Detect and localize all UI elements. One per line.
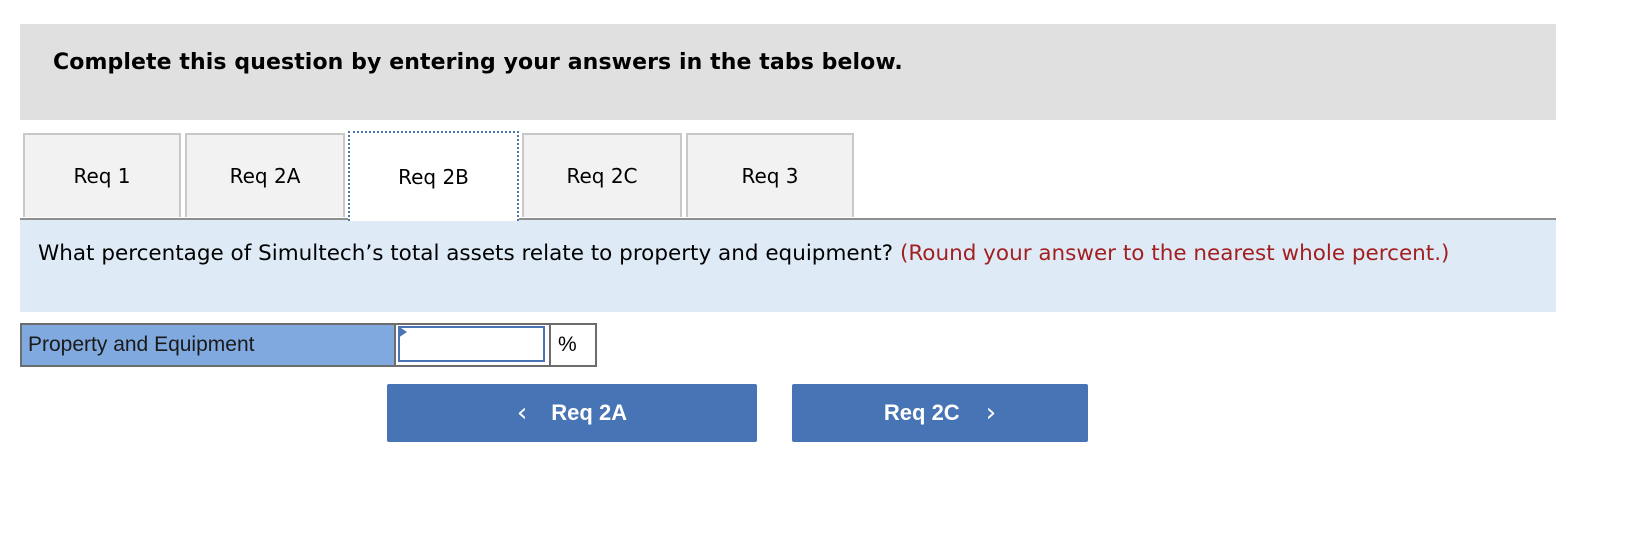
prev-req-label: Req 2A (551, 400, 628, 425)
answer-row: Property and Equipment % (20, 323, 597, 367)
question-panel: What percentage of Simultech’s total ass… (20, 220, 1556, 312)
input-flag-icon (398, 326, 407, 338)
instructions-banner: Complete this question by entering your … (20, 24, 1556, 120)
answer-label: Property and Equipment (22, 325, 396, 365)
chevron-left-icon: ‹ (516, 398, 528, 428)
chevron-right-icon: › (985, 398, 997, 428)
tab-req-2c[interactable]: Req 2C (522, 133, 682, 217)
next-req-label: Req 2C (883, 400, 960, 425)
percentage-input[interactable] (398, 326, 545, 362)
prev-req-button[interactable]: ‹ Req 2A (387, 384, 757, 442)
answer-cell (396, 325, 551, 365)
instructions-text: Complete this question by entering your … (53, 50, 903, 75)
next-req-button[interactable]: Req 2C › (792, 384, 1088, 442)
tab-req-2b[interactable]: Req 2B (348, 131, 519, 221)
percent-unit: % (551, 325, 595, 365)
question-prompt: What percentage of Simultech’s total ass… (38, 241, 894, 266)
tab-req-1[interactable]: Req 1 (23, 133, 181, 217)
question-text: What percentage of Simultech’s total ass… (38, 240, 1538, 268)
tab-req-2a[interactable]: Req 2A (185, 133, 345, 217)
tab-req-3[interactable]: Req 3 (686, 133, 854, 217)
rounding-note: (Round your answer to the nearest whole … (899, 241, 1450, 266)
